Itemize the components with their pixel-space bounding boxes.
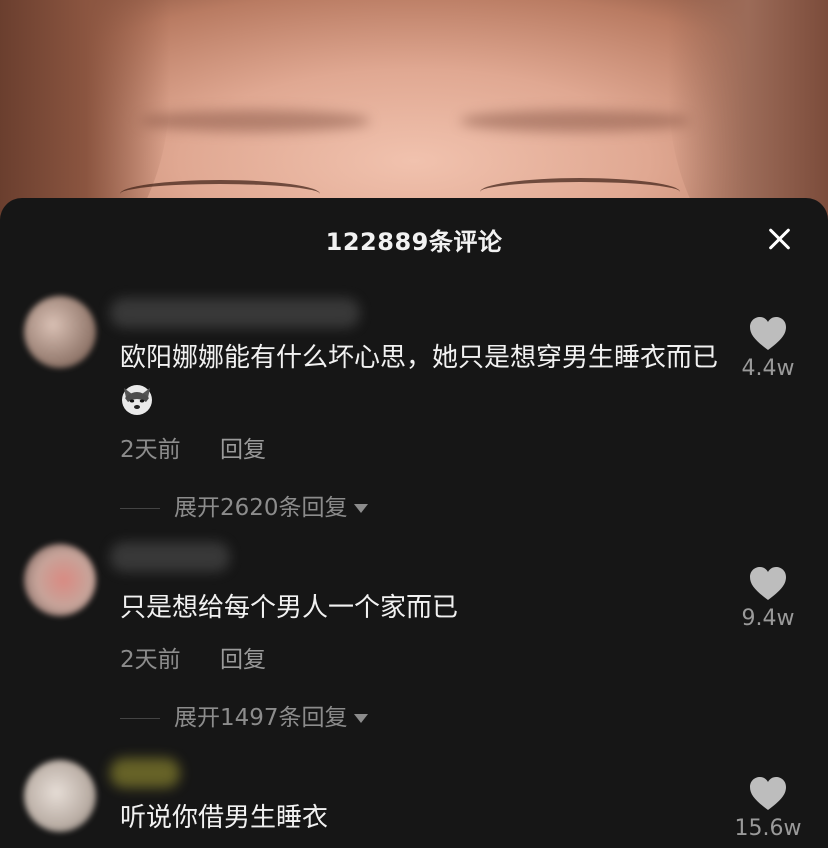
- comment-body: 只是想给每个男人一个家而已: [120, 593, 459, 623]
- comment-meta: 2天前 回复: [120, 640, 266, 674]
- caret-down-icon: [353, 504, 368, 513]
- like-button[interactable]: 4.4w: [726, 316, 810, 381]
- comment-time: 2天前: [120, 647, 181, 673]
- eyebrow-right: [460, 110, 690, 132]
- comments-count-title: 122889条评论: [325, 228, 503, 256]
- heart-icon: [750, 317, 786, 350]
- username-blurred[interactable]: [110, 298, 360, 328]
- comment-meta: 2天前 回复: [120, 430, 266, 464]
- eyebrow-left: [140, 110, 370, 132]
- comment-time: 2天前: [120, 437, 181, 463]
- close-icon[interactable]: [766, 226, 792, 252]
- heart-icon: [750, 567, 786, 600]
- reply-button[interactable]: 回复: [220, 647, 266, 673]
- hair-right: [668, 0, 828, 230]
- like-button[interactable]: 15.6w: [726, 776, 810, 841]
- reply-button[interactable]: 回复: [220, 437, 266, 463]
- comment-text: 只是想给每个男人一个家而已: [120, 586, 730, 630]
- avatar[interactable]: [24, 760, 96, 832]
- expand-replies-button[interactable]: 展开1497条回复: [120, 698, 368, 732]
- expand-replies-label: 展开1497条回复: [174, 705, 348, 731]
- avatar[interactable]: [24, 296, 96, 368]
- divider-line: [120, 508, 160, 509]
- like-count: 9.4w: [741, 606, 795, 631]
- heart-icon: [750, 777, 786, 810]
- expand-replies-label: 展开2620条回复: [174, 495, 348, 521]
- caret-down-icon: [353, 714, 368, 723]
- comment-body: 欧阳娜娜能有什么坏心思，她只是想穿男生睡衣而已: [120, 343, 719, 373]
- username-blurred[interactable]: [110, 542, 230, 572]
- comments-panel: 122889条评论 欧阳娜娜能有什么坏心思，她只是想穿男生睡衣而已 2天前 回复…: [0, 198, 828, 848]
- like-count: 15.6w: [734, 816, 802, 841]
- username-blurred[interactable]: [110, 758, 180, 788]
- husky-dog-emoji: [122, 385, 152, 415]
- like-button[interactable]: 9.4w: [726, 566, 810, 631]
- comment-body: 听说你借男生睡衣: [120, 803, 329, 833]
- comment-text: 听说你借男生睡衣: [120, 796, 730, 840]
- comment-text: 欧阳娜娜能有什么坏心思，她只是想穿男生睡衣而已: [120, 336, 730, 424]
- avatar[interactable]: [24, 544, 96, 616]
- divider-line: [120, 718, 160, 719]
- video-background: [0, 0, 828, 230]
- expand-replies-button[interactable]: 展开2620条回复: [120, 488, 368, 522]
- like-count: 4.4w: [741, 356, 795, 381]
